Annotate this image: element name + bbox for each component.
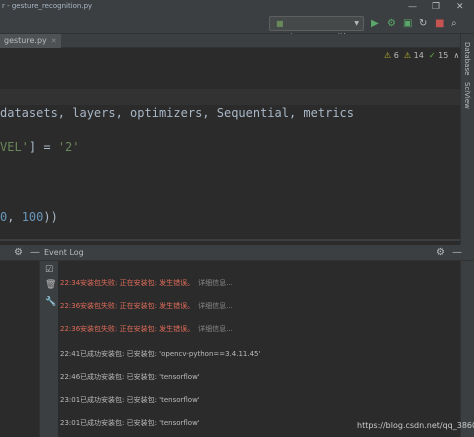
left-tool-panel [0,261,40,437]
log-entry: 22:41已成功安装包: 已安装包: 'opencv-python==3.4.1… [60,350,261,358]
details-link[interactable]: 详细信息... [198,279,233,287]
right-tool-strip: Database SciView [460,34,474,437]
coverage-icon[interactable]: ▣ [403,17,412,31]
log-entry: 23:01已成功安装包: 已安装包: 'tensorflow' [60,419,200,427]
current-line-highlight [0,89,460,105]
stop-icon[interactable]: ■ [435,17,444,31]
event-log-title: Event Log [44,248,84,257]
sciview-tab[interactable]: SciView [463,82,471,109]
maximize-button[interactable]: ❐ [432,1,440,13]
log-entry: 22:36安装包失败: 正在安装包: 发生错误。 详细信息... [60,325,233,333]
weak-warning-icon: ⚠ [403,51,412,60]
warning-icon: ⚠ [384,51,392,60]
trash-icon[interactable]: 🗑 [45,280,56,290]
editor-tab-bar: gesture.py ✕ [0,34,460,48]
run-icon[interactable]: ▶ [371,17,379,31]
ok-count: 15 [438,51,449,60]
title-bar: r - gesture_recognition.py — ❐ ✕ [0,0,474,14]
weak-warning-count: 14 [413,51,424,60]
main-toolbar: ■ gesture_recognition ▼ ▶ ⚙ ▣ ↻ ■ ⌕ [0,14,474,41]
settings-gear-icon[interactable]: ⚙ [14,246,23,260]
minimize-panel-icon[interactable]: — [30,246,40,260]
previous-highlight-icon[interactable]: ∧ [453,51,459,60]
code-line-env: VEL'] = '2' [0,140,80,154]
editor-bottom-divider [0,239,460,241]
tool-window-header: ⚙ — Event Log ⚙ — [0,245,474,261]
log-entry: 22:34安装包失败: 正在安装包: 发生错误。 详细信息... [60,279,233,287]
code-line-import: datasets, layers, optimizers, Sequential… [0,106,355,120]
event-log-list[interactable]: 22:34安装包失败: 正在安装包: 发生错误。 详细信息... 22:36安装包… [58,261,460,437]
wrench-icon[interactable]: 🔧 [45,297,56,307]
hide-event-log-icon[interactable]: — [452,246,462,260]
code-editor[interactable]: ⚠ 6 ⚠ 14 ✓ 15 ∧ ∨ datasets, layers, opti… [0,48,468,260]
event-log-settings-gear-icon[interactable]: ⚙ [436,246,445,260]
details-link[interactable]: 详细信息... [198,325,233,333]
close-button[interactable]: ✕ [456,1,464,13]
close-tab-icon[interactable]: ✕ [51,37,57,45]
log-entry: 22:46已成功安装包: 已安装包: 'tensorflow' [60,373,200,381]
code-line-range: 0, 100)) [0,210,58,224]
warning-count: 6 [393,51,399,60]
check-icon: ✓ [428,51,436,60]
chevron-down-icon: ▼ [354,20,359,27]
log-entry: 22:36安装包失败: 正在安装包: 发生错误。 详细信息... [60,302,233,310]
run-configuration-selector[interactable]: ■ gesture_recognition ▼ [269,16,364,41]
watermark: https://blog.csdn.net/qq_38605089 [357,421,474,430]
window-title: r - gesture_recognition.py [2,2,93,10]
log-entry: 23:01已成功安装包: 已安装包: 'tensorflow' [60,396,200,404]
mark-all-read-icon[interactable]: ☑ [45,265,53,275]
search-icon[interactable]: ⌕ [451,17,457,31]
database-tab[interactable]: Database [463,42,471,75]
details-link[interactable]: 详细信息... [198,302,233,310]
inspection-widget[interactable]: ⚠ 6 ⚠ 14 ✓ 15 ∧ ∨ [384,51,468,60]
tab-gesture-recognition[interactable]: gesture.py ✕ [0,34,61,48]
minimize-button[interactable]: — [408,1,417,13]
tab-label: gesture.py [4,36,47,45]
debug-icon[interactable]: ⚙ [387,17,396,31]
python-icon: ■ [276,19,284,28]
profile-icon[interactable]: ↻ [419,17,427,31]
